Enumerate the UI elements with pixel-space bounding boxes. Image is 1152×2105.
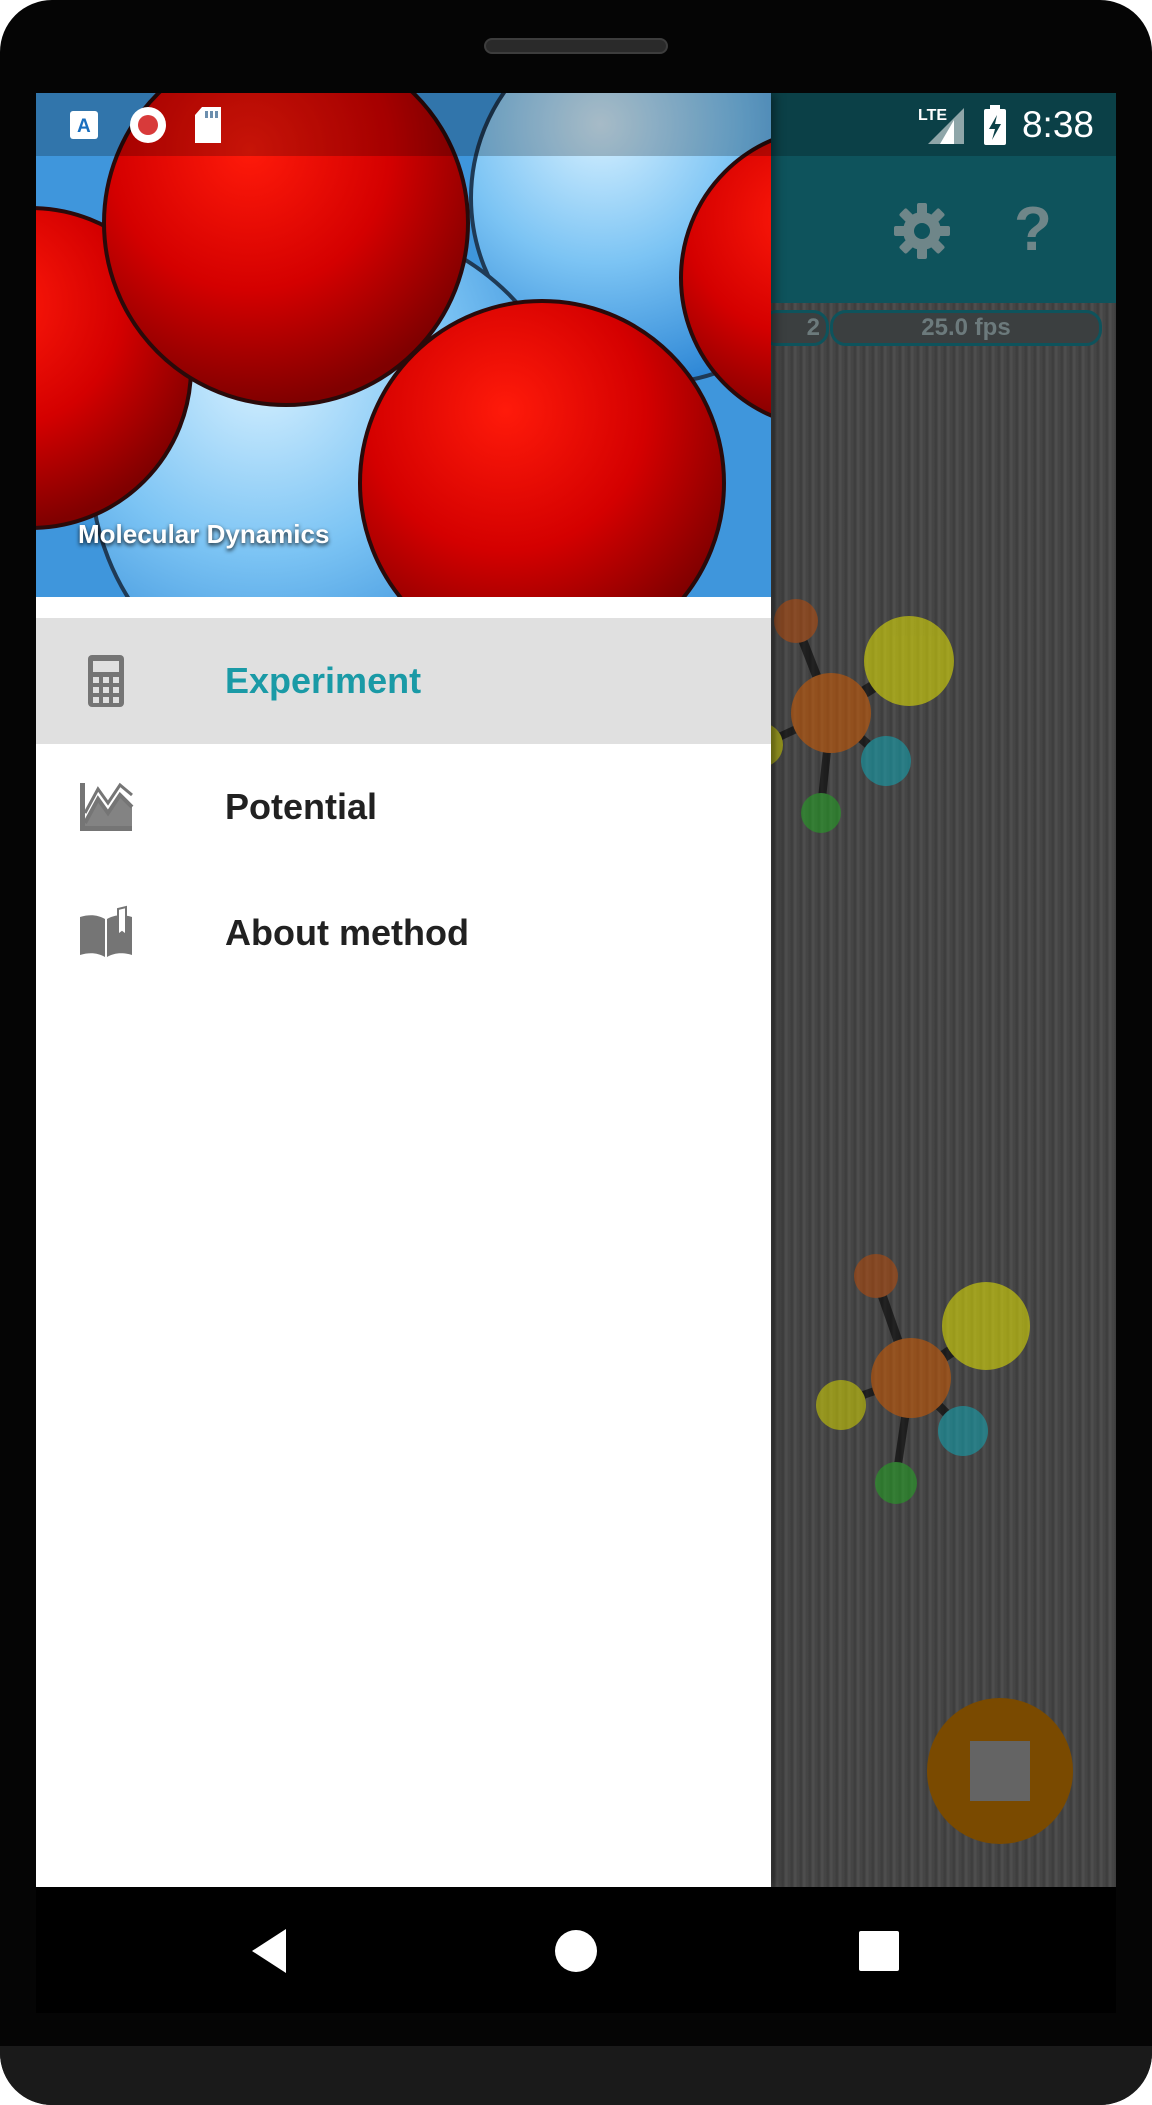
book-icon <box>80 905 132 957</box>
sd-card-icon <box>195 107 221 143</box>
chart-line-icon <box>80 782 134 831</box>
battery-charging-icon <box>983 105 1006 145</box>
device-bottom-edge <box>0 2046 1152 2105</box>
stat-pill-count: 2 <box>761 310 829 346</box>
stop-button[interactable] <box>927 1698 1073 1844</box>
drawer-item-label: Experiment <box>225 660 422 701</box>
fps-text: 25.0 fps <box>921 314 1011 341</box>
drawer-item-label: About method <box>225 912 469 953</box>
lte-signal-icon: LTE <box>918 107 964 144</box>
drawer-item-about-method[interactable]: About method <box>36 870 771 996</box>
speaker-grille <box>484 38 668 54</box>
stat-count-text: 2 <box>806 314 820 341</box>
status-bar-left: A <box>36 93 771 156</box>
drawer-header-title: Molecular Dynamics <box>78 519 330 549</box>
simulation-view[interactable]: ? 2 25.0 fps LTE 8:38 <box>761 93 1116 1887</box>
clock: 8:38 <box>1021 104 1094 145</box>
navigation-drawer: A Molecular Dynamics Experiment Potentia… <box>36 93 771 1887</box>
screen: ? 2 25.0 fps LTE 8:38 A Molecular Dynami… <box>36 93 1116 1887</box>
drawer-header: A Molecular Dynamics <box>36 93 771 597</box>
molecule-model[interactable] <box>816 1243 1036 1523</box>
accessibility-app-icon: A <box>70 111 98 139</box>
help-icon[interactable]: ? <box>1014 199 1052 261</box>
svg-text:LTE: LTE <box>918 107 947 124</box>
drawer-item-experiment[interactable]: Experiment <box>36 618 771 744</box>
svg-text:A: A <box>77 116 91 137</box>
drawer-item-label: Potential <box>225 786 378 827</box>
system-nav-bar <box>36 1887 1116 2013</box>
stat-pill-fps: 25.0 fps <box>830 310 1102 346</box>
recording-icon <box>130 107 166 143</box>
recents-icon[interactable] <box>839 1911 919 1991</box>
back-icon[interactable] <box>232 1911 312 1991</box>
drawer-item-potential[interactable]: Potential <box>36 744 771 870</box>
home-icon[interactable] <box>536 1911 616 1991</box>
device-frame: ? 2 25.0 fps LTE 8:38 A Molecular Dynami… <box>0 0 1152 2105</box>
settings-icon[interactable] <box>892 201 952 261</box>
calculator-icon <box>88 655 124 707</box>
molecule-model[interactable] <box>761 593 961 853</box>
status-right-group: LTE 8:38 <box>916 99 1094 151</box>
stop-icon <box>970 1741 1030 1801</box>
